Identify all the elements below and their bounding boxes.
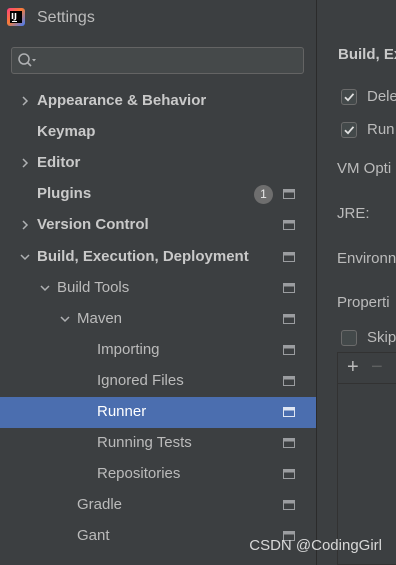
- remove-property-button[interactable]: −: [371, 357, 383, 377]
- project-settings-icon: [283, 251, 295, 262]
- tree-item-running-tests[interactable]: Running Tests: [0, 428, 316, 459]
- project-settings-icon: [283, 344, 295, 355]
- tree-item-ignored-files[interactable]: Ignored Files: [0, 366, 316, 397]
- chevron-down-icon[interactable]: [19, 251, 31, 263]
- tree-item-maven[interactable]: Maven: [0, 304, 316, 335]
- checkmark-icon: [344, 126, 355, 135]
- skip-checkbox-label: Skip: [367, 329, 396, 346]
- project-settings-icon: [283, 500, 295, 511]
- window-title: Settings: [37, 9, 95, 26]
- tree-item-label: Gradle: [77, 496, 123, 514]
- skip-checkbox[interactable]: [341, 330, 357, 346]
- project-settings-icon: [283, 438, 295, 449]
- chevron-down-icon[interactable]: [59, 313, 71, 325]
- tree-item-label: Appearance & Behavior: [37, 92, 207, 109]
- tree-item-plugins[interactable]: Plugins 1: [0, 179, 316, 210]
- tree-item-label: Keymap: [37, 123, 96, 141]
- project-settings-icon: [283, 220, 295, 231]
- vm-options-label: VM Opti: [337, 160, 392, 177]
- tree-item-label: Running Tests: [97, 434, 192, 452]
- chevron-right-icon[interactable]: [19, 219, 31, 231]
- settings-tree-panel: Appearance & Behavior Keymap Editor Plugins…: [0, 36, 316, 565]
- project-settings-icon: [283, 313, 295, 324]
- tree-item-label: Repositories: [97, 465, 181, 483]
- tree-item-label: Plugins: [37, 185, 92, 203]
- tree-item-keymap[interactable]: Keymap: [0, 117, 316, 148]
- tree-item-gradle[interactable]: Gradle: [0, 490, 316, 521]
- project-settings-icon: [283, 282, 295, 293]
- checkmark-icon: [344, 93, 355, 102]
- project-settings-icon: [283, 375, 295, 386]
- tree-item-build-execution-deployment[interactable]: Build, Execution, Deployment: [0, 242, 316, 273]
- project-settings-icon: [283, 407, 295, 417]
- tree-item-label: Runner: [97, 403, 147, 420]
- chevron-down-icon[interactable]: [39, 282, 51, 294]
- properties-toolbar: + −: [338, 353, 396, 384]
- chevron-right-icon[interactable]: [19, 157, 31, 169]
- tree-item-label: Build Tools: [57, 278, 130, 296]
- add-property-button[interactable]: +: [347, 357, 359, 377]
- tree-item-label: Build, Execution, Deployment: [37, 247, 249, 265]
- tree-item-runner[interactable]: Runner: [0, 397, 316, 428]
- properties-label: Properti: [337, 294, 390, 311]
- tree-item-label: Version Control: [37, 216, 149, 234]
- properties-table[interactable]: + −: [337, 352, 396, 565]
- tree-item-repositories[interactable]: Repositories: [0, 459, 316, 490]
- tree-item-label: Editor: [37, 154, 81, 172]
- search-box[interactable]: [11, 47, 304, 74]
- intellij-logo-icon: IJ: [7, 8, 25, 26]
- tree-item-editor[interactable]: Editor: [0, 148, 316, 179]
- jre-label: JRE:: [337, 205, 370, 222]
- tree-item-version-control[interactable]: Version Control: [0, 210, 316, 241]
- tree-item-build-tools[interactable]: Build Tools: [0, 273, 316, 304]
- page-breadcrumb: Build, Ex: [338, 46, 396, 63]
- search-icon[interactable]: [17, 52, 37, 70]
- tree-item-appearance-behavior[interactable]: Appearance & Behavior: [0, 86, 316, 117]
- delegate-checkbox[interactable]: [341, 89, 357, 105]
- run-checkbox[interactable]: [341, 122, 357, 138]
- tree-item-label: Ignored Files: [97, 371, 184, 389]
- watermark: CSDN @CodingGirl: [249, 537, 382, 554]
- tree-item-label: Importing: [97, 340, 160, 358]
- project-settings-icon: [283, 469, 295, 480]
- run-checkbox-label: Run: [367, 121, 395, 138]
- chevron-right-icon[interactable]: [19, 95, 31, 107]
- environment-label: Environn: [337, 250, 396, 267]
- tree-item-label: Gant: [77, 527, 110, 545]
- tree-item-label: Maven: [77, 309, 123, 327]
- project-settings-icon: [283, 189, 295, 200]
- search-input[interactable]: [42, 50, 297, 71]
- tree-item-importing[interactable]: Importing: [0, 335, 316, 366]
- settings-content-panel: Build, Ex Dele Run VM Opti JRE: Environn…: [317, 0, 396, 565]
- delegate-checkbox-label: Dele: [367, 88, 396, 105]
- update-count-badge: 1: [254, 185, 273, 205]
